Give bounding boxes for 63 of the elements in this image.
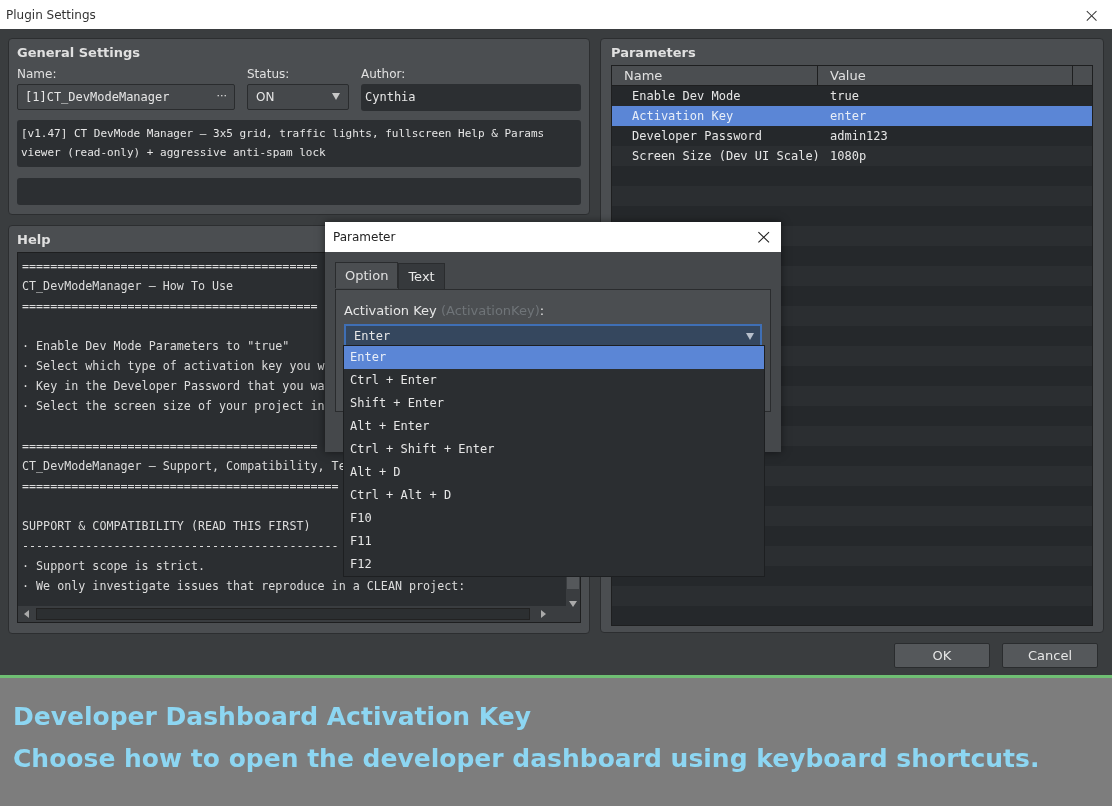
caption-text: Developer Dashboard Activation Key [13, 701, 531, 733]
dropdown-arrow-icon [746, 332, 754, 340]
field-label: Author: [361, 65, 407, 83]
horizontal-scrollbar[interactable] [18, 605, 580, 622]
help-line: · Support scope is strict. [22, 557, 205, 575]
dialog-button[interactable]: Cancel [1002, 643, 1098, 668]
parameter-row[interactable]: Enable Dev Mode true [612, 85, 1092, 106]
parameter-row[interactable]: Screen Size (Dev UI Scale) 1080p [612, 145, 1092, 166]
name-value: [1]CT_DevModeManager [25, 88, 170, 106]
dropdown-option[interactable]: F11 [344, 530, 764, 553]
help-line: ========================================== [22, 437, 318, 455]
help-line: · Enable Dev Mode Parameters to "true" [22, 337, 290, 355]
help-line: CT_DevModeManager — How To Use [22, 277, 234, 295]
dialog-button[interactable]: OK [894, 643, 990, 668]
table-cell-text: Developer Password [631, 127, 764, 145]
dialog-title: Parameter [333, 229, 396, 246]
table-cell-text: Screen Size (Dev UI Scale) [631, 147, 818, 165]
dropdown-arrow-icon [332, 93, 340, 100]
dropdown-option[interactable]: F12 [344, 553, 764, 576]
column-header[interactable]: Value [818, 65, 1073, 85]
more-icon: ··· [216, 88, 227, 105]
scrollbar-thumb[interactable] [36, 607, 530, 620]
field-label: Name: [17, 65, 58, 83]
table-cell-text: Activation Key [631, 107, 735, 125]
close-button[interactable]: × [1083, 4, 1100, 25]
field-label: Status: [247, 65, 291, 83]
name-field[interactable]: [1]CT_DevModeManager ··· [17, 83, 235, 110]
dropdown-option[interactable]: Alt + Enter [344, 415, 764, 438]
help-line: SUPPORT & COMPATIBILITY (READ THIS FIRST) [22, 517, 311, 535]
table-cell-text: true [829, 87, 859, 105]
help-line: · Select which type of activation key you w [22, 357, 325, 375]
help-line: · Key in the Developer Password that you wa [22, 377, 325, 395]
panel-heading: Help [17, 231, 51, 249]
dropdown-option[interactable]: Shift + Enter [344, 392, 764, 415]
panel-heading: General Settings [17, 44, 142, 62]
dropdown-option[interactable]: F10 [344, 507, 764, 530]
column-header[interactable]: Name [612, 65, 818, 85]
table-cell-text: enter [829, 107, 867, 125]
scroll-down-icon[interactable] [568, 599, 578, 608]
status-dropdown[interactable]: ON [247, 83, 349, 110]
author-field[interactable]: Cynthia [361, 83, 581, 111]
help-line: · Select the screen size of your project in [22, 397, 325, 415]
dropdown-option[interactable]: Alt + D [344, 461, 764, 484]
caption-text: Choose how to open the developer dashboard using keyboard shortcuts. [13, 743, 1040, 775]
close-button[interactable]: × [754, 226, 773, 248]
help-line: ========================================== [22, 257, 318, 275]
dropdown-option[interactable]: Ctrl + Shift + Enter [344, 438, 764, 461]
window-title: Plugin Settings [6, 6, 96, 24]
dropdown-option[interactable]: Ctrl + Alt + D [344, 484, 764, 507]
tab[interactable]: Option [335, 262, 399, 288]
table-cell-text: Enable Dev Mode [631, 87, 742, 105]
tab[interactable]: Text [398, 263, 445, 289]
dropdown-option[interactable]: Ctrl + Enter [344, 369, 764, 392]
help-line: --------------------------------------------- [22, 537, 339, 555]
description-field[interactable]: [v1.47] CT DevMode Manager — 3x5 grid, traffic lights, fullscreen Help & Params viewer (read-only) + aggressive anti-spam lock [17, 119, 581, 167]
help-line: ========================================== [22, 297, 318, 315]
parameter-row[interactable]: Developer Password admin123 [612, 125, 1092, 146]
help-line: · We only investigate issues that reproduce in a CLEAN project: [22, 577, 466, 595]
table-cell-text: 1080p [829, 147, 867, 165]
panel-heading: Parameters [611, 44, 697, 62]
table-cell-text: admin123 [829, 127, 888, 145]
help-line: ============================================= [22, 477, 339, 495]
empty-field[interactable] [17, 177, 581, 205]
